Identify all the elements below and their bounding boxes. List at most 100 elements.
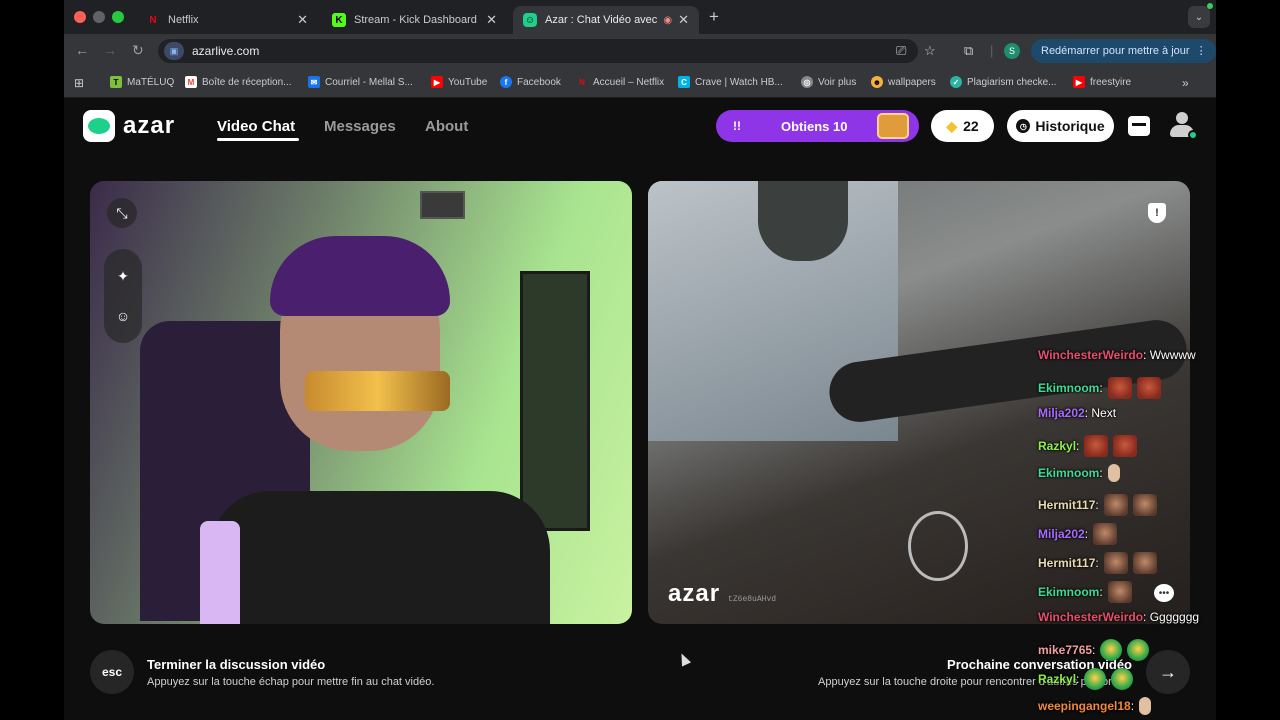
bookmark-label: YouTube	[448, 76, 488, 88]
profile-avatar[interactable]: S	[1004, 43, 1020, 59]
chat-username[interactable]: Hermit117	[1038, 556, 1095, 570]
more-menu-icon[interactable]: ⋮	[1196, 44, 1207, 57]
bookmark-label: Boîte de réception...	[202, 76, 292, 88]
chat-text: :	[1099, 584, 1103, 599]
chat-text: :	[1092, 643, 1096, 657]
forward-icon[interactable]: →	[103, 42, 117, 58]
separator: |	[990, 43, 994, 58]
cast-icon[interactable]: ⎚	[896, 43, 906, 59]
chat-username[interactable]: Razkyl	[1038, 672, 1076, 686]
light-lamp	[200, 521, 240, 624]
magic-wand-icon[interactable]: ✦	[108, 261, 138, 291]
bookmark-courriel[interactable]: ✉ Courriel - Mellal S...	[308, 76, 413, 88]
chat-message: WinchesterWeirdo: Wwwww	[1038, 348, 1196, 362]
chat-message: Milja202: Next	[1038, 406, 1116, 420]
emote-icon	[1107, 580, 1132, 603]
bookmark-label: wallpapers	[888, 76, 936, 88]
bookmark-star-icon[interactable]: ☆	[924, 43, 936, 59]
tab-azar[interactable]: ☺ Azar : Chat Vidéo avec de ◉ ✕	[513, 6, 699, 34]
address-bar[interactable]: ▣ azarlive.com	[158, 39, 918, 63]
gems-button[interactable]: ◆ 22	[931, 110, 994, 142]
history-button[interactable]: ◷ Historique	[1007, 110, 1114, 142]
update-button[interactable]: Redémarrer pour mettre à jour ⋮	[1031, 39, 1216, 63]
chat-username[interactable]: mike7765	[1038, 643, 1092, 657]
minimize-window-button[interactable]	[93, 11, 105, 23]
gems-count: 22	[963, 118, 979, 134]
bookmark-freestyire[interactable]: ▶ freestyire	[1073, 76, 1131, 88]
wallpapers-icon: ☻	[871, 76, 883, 88]
bookmark-crave[interactable]: C Crave | Watch HB...	[678, 76, 783, 88]
chat-username[interactable]: Ekimnoom	[1038, 466, 1099, 480]
site-info-icon[interactable]: ▣	[164, 42, 184, 60]
tab-netflix[interactable]: N Netflix ✕	[136, 6, 318, 34]
tab-search-button[interactable]: ⌄	[1188, 6, 1210, 28]
person-shirt	[210, 491, 550, 624]
bookmark-plagiarism[interactable]: ✓ Plagiarism checke...	[950, 76, 1056, 88]
emote-icon	[1139, 697, 1152, 716]
chat-message: WinchesterWeirdo: Ggggggg	[1038, 610, 1199, 624]
more-bookmarks-icon[interactable]: »	[1182, 76, 1189, 90]
chat-username[interactable]: Milja202	[1038, 406, 1085, 420]
chat-username[interactable]: Ekimnoom	[1038, 381, 1099, 395]
url-text: azarlive.com	[192, 44, 260, 58]
gmail-icon: M	[185, 76, 197, 88]
close-tab-icon[interactable]: ✕	[297, 12, 308, 28]
netflix-icon: N	[149, 14, 157, 26]
bookmark-mateluq[interactable]: T MaTÉLUQ	[110, 76, 174, 88]
bookmark-youtube[interactable]: ▶ YouTube	[431, 76, 487, 88]
tab-title: Netflix	[168, 14, 199, 26]
azar-logo-icon	[83, 110, 115, 142]
face-filter-icon[interactable]: ☺	[108, 301, 138, 331]
tab-kick-dashboard[interactable]: K Stream - Kick Dashboard ✕	[322, 6, 507, 34]
extensions-icon[interactable]: ⧉	[964, 43, 973, 59]
online-dot-icon	[1188, 130, 1198, 140]
report-shield-icon[interactable]: !	[1148, 203, 1166, 223]
chat-username[interactable]: Razkyl	[1038, 439, 1076, 453]
emote-icon	[1107, 464, 1120, 483]
azar-logo[interactable]: azar	[83, 110, 175, 142]
minimize-video-icon[interactable]: ⤡	[107, 198, 137, 228]
emote-icon	[1107, 377, 1132, 400]
maximize-window-button[interactable]	[112, 11, 124, 23]
close-window-button[interactable]	[74, 11, 86, 23]
bookmark-facebook[interactable]: f Facebook	[500, 76, 561, 88]
chat-text: :	[1099, 466, 1103, 481]
apps-grid-icon[interactable]: ⊞	[74, 76, 84, 90]
chat-username[interactable]: Hermit117	[1038, 498, 1095, 512]
mateluq-icon: T	[110, 76, 122, 88]
close-tab-icon[interactable]: ✕	[678, 12, 689, 28]
promo-button[interactable]: !! Obtiens 10	[716, 110, 919, 142]
bookmark-inbox[interactable]: M Boîte de réception...	[185, 76, 292, 88]
youtube-icon: ▶	[431, 76, 443, 88]
esc-button[interactable]: esc	[90, 650, 134, 694]
bookmark-label: Accueil – Netflix	[593, 76, 665, 88]
emote-icon	[1127, 639, 1150, 661]
bookmark-wallpapers[interactable]: ☻ wallpapers	[871, 76, 936, 88]
gem-icon: ◆	[946, 117, 958, 134]
user-avatar[interactable]	[1170, 112, 1198, 140]
bookmark-netflix[interactable]: N Accueil – Netflix	[576, 76, 664, 88]
chat-message: mike7765:	[1038, 639, 1150, 661]
history-label: Historique	[1035, 118, 1105, 134]
facebook-icon: f	[500, 76, 512, 88]
bookmark-voir-plus[interactable]: ◎ Voir plus	[801, 76, 856, 88]
chat-username[interactable]: WinchesterWeirdo	[1038, 610, 1143, 624]
nav-about[interactable]: About	[425, 118, 468, 135]
chat-username[interactable]: weepingangel18	[1038, 699, 1131, 713]
chat-username[interactable]: Milja202	[1038, 527, 1085, 541]
close-tab-icon[interactable]: ✕	[486, 12, 497, 28]
back-icon[interactable]: ←	[75, 42, 89, 58]
reload-icon[interactable]: ↻	[132, 42, 144, 59]
chat-message: Ekimnoom:	[1038, 580, 1132, 603]
store-icon[interactable]	[1128, 116, 1150, 136]
new-tab-button[interactable]: +	[709, 7, 719, 27]
nav-messages[interactable]: Messages	[324, 118, 396, 135]
azar-watermark: azar tZ6e8uAHvd	[668, 580, 776, 608]
nav-video-chat[interactable]: Video Chat	[217, 118, 295, 135]
plagiarism-icon: ✓	[950, 76, 962, 88]
browser-toolbar: ← → ↻ ▣ azarlive.com ⎚ ☆ ⧉ | S Redémarre…	[64, 34, 1216, 68]
chat-text: :	[1095, 555, 1099, 570]
chat-username[interactable]: WinchesterWeirdo	[1038, 348, 1143, 362]
active-nav-underline	[217, 138, 299, 141]
chat-username[interactable]: Ekimnoom	[1038, 585, 1099, 599]
